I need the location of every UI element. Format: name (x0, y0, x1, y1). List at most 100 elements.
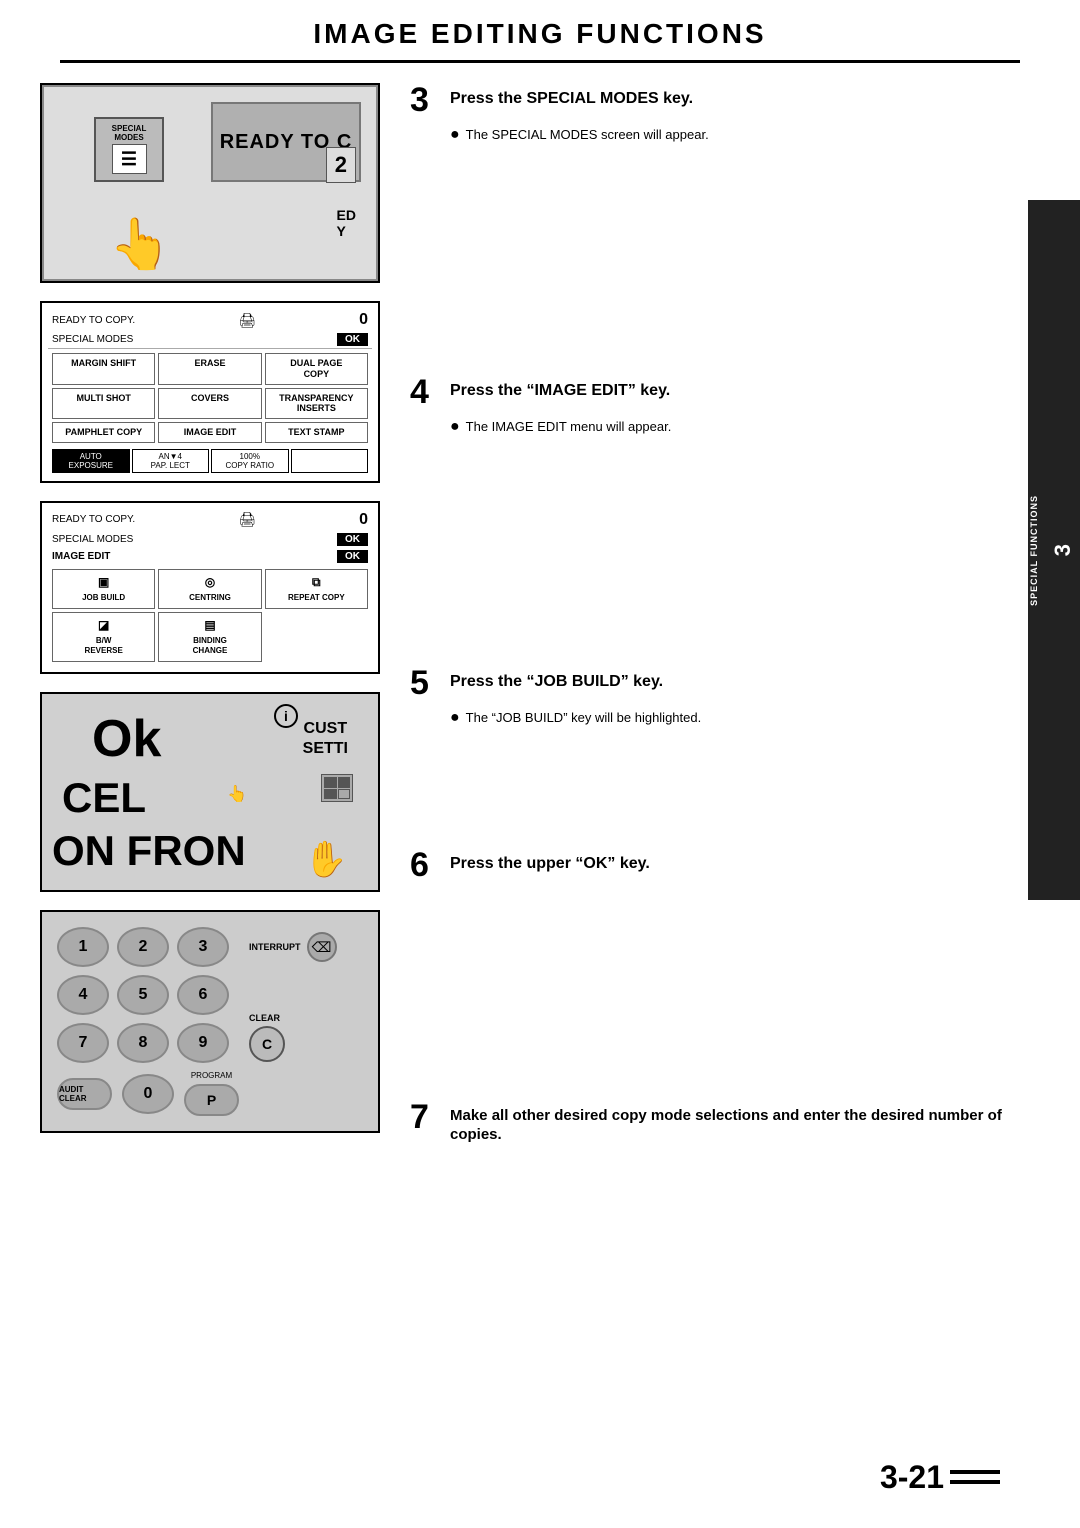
image-edit-grid: ▣ JOB BUILD ◎ CENTRING ⧉ REPEAT COPY ◪ B… (48, 565, 372, 666)
paper-select-btn[interactable]: AN▼4PAP. LECT (132, 449, 210, 473)
clear-label: CLEAR (249, 1013, 280, 1023)
bullet-dot-3: ● (450, 125, 460, 144)
keypad-keys-area: 1 2 3 4 5 6 7 8 9 AUDIT CLEAR (57, 927, 239, 1116)
step-3-section: 3 Press the SPECIAL MODES key. ● The SPE… (410, 83, 1020, 145)
screen-ok-btn3[interactable]: OK (337, 550, 368, 563)
step-5-title: Press the “JOB BUILD” key. (450, 666, 663, 693)
keypad-main: 1 2 3 4 5 6 7 8 9 AUDIT CLEAR (57, 927, 363, 1116)
step-3-bullet-text: The SPECIAL MODES screen will appear. (466, 125, 709, 145)
panel-special-modes: READY TO C SPECIALMODES ☰ 👆 2 EDY (40, 83, 380, 283)
job-build-btn[interactable]: ▣ JOB BUILD (52, 569, 155, 609)
info-icon: i (274, 704, 298, 728)
key-8[interactable]: 8 (117, 1023, 169, 1063)
screen-status-row1: READY TO COPY. 🖨 0 (48, 309, 372, 331)
step-3-bullet: ● The SPECIAL MODES screen will appear. (450, 125, 1020, 145)
step-4-number: 4 (410, 375, 440, 409)
binding-change-btn[interactable]: ▤ BINDINGCHANGE (158, 612, 261, 662)
special-functions-label: SPECIAL FUNCTIONS (1029, 495, 1041, 606)
step-3-number: 3 (410, 83, 440, 117)
text-stamp-btn[interactable]: TEXT STAMP (265, 422, 368, 443)
page-line-1 (950, 1470, 1000, 1474)
step-3-title: Press the SPECIAL MODES key. (450, 83, 693, 110)
audit-clear-btn[interactable]: AUDIT CLEAR (57, 1078, 112, 1110)
auto-exposure-btn[interactable]: AUTOEXPOSURE (52, 449, 130, 473)
interrupt-area: INTERRUPT ⌫ (249, 932, 337, 962)
step-5-number: 5 (410, 666, 440, 700)
step-4-bullet-text: The IMAGE EDIT menu will appear. (466, 417, 672, 437)
keypad-bottom-row: AUDIT CLEAR 0 PROGRAM P (57, 1071, 239, 1116)
key-0[interactable]: 0 (122, 1074, 174, 1114)
centring-btn[interactable]: ◎ CENTRING (158, 569, 261, 609)
content-area: READY TO C SPECIALMODES ☰ 👆 2 EDY READY (0, 63, 1080, 1203)
screen-special-modes: READY TO COPY. 🖨 0 SPECIAL MODES OK MARG… (40, 301, 380, 483)
page-line-2 (950, 1480, 1000, 1484)
key-7[interactable]: 7 (57, 1023, 109, 1063)
special-modes-text: SPECIALMODES (112, 125, 147, 143)
special-modes-button-image: SPECIALMODES ☰ (94, 117, 164, 182)
printer-icon: 🖨 (238, 312, 256, 329)
right-column: 3 Press the SPECIAL MODES key. ● The SPE… (380, 83, 1020, 1183)
bw-reverse-btn[interactable]: ◪ B/WREVERSE (52, 612, 155, 662)
step-3-body: ● The SPECIAL MODES screen will appear. (410, 125, 1020, 145)
page-number: 3-21 (880, 1459, 944, 1496)
clear-area: CLEAR C (249, 1008, 337, 1062)
bullet-dot-5: ● (450, 708, 460, 727)
image-edit-btn[interactable]: IMAGE EDIT (158, 422, 261, 443)
program-btn[interactable]: P (184, 1084, 239, 1116)
screen-ok-btn1[interactable]: OK (337, 333, 368, 346)
image-editing-label: Image editing functions (1010, 488, 1022, 612)
key-3[interactable]: 3 (177, 927, 229, 967)
screen-status-text2: READY TO COPY. (52, 514, 135, 525)
multi-shot-btn[interactable]: MULTI SHOT (52, 388, 155, 420)
binding-icon: ▤ (204, 618, 215, 634)
key-2[interactable]: 2 (117, 927, 169, 967)
printer-icon2: 🖨 (238, 511, 256, 528)
page-header: IMAGE EDITING FUNCTIONS (60, 0, 1020, 63)
screen-ok-btn2[interactable]: OK (337, 533, 368, 546)
step-4-body: ● The IMAGE EDIT menu will appear. (410, 417, 1020, 437)
clear-btn[interactable]: C (249, 1026, 285, 1062)
step-5-bullet: ● The “JOB BUILD” key will be highlighte… (450, 708, 1020, 728)
key-4[interactable]: 4 (57, 975, 109, 1015)
audit-clear-label: AUDIT CLEAR (59, 1085, 110, 1103)
image-edit-label: IMAGE EDIT (52, 551, 110, 562)
interrupt-btn[interactable]: ⌫ (307, 932, 337, 962)
copy-ratio-btn[interactable]: 100%COPY RATIO (211, 449, 289, 473)
special-modes-screen-label: SPECIAL MODES (52, 334, 133, 345)
bw-reverse-label: B/WREVERSE (85, 636, 123, 657)
ed-label: EDY (337, 207, 356, 239)
step-7-number: 7 (410, 1100, 440, 1134)
step-7-title: Make all other desired copy mode selecti… (450, 1100, 1020, 1145)
step-6-section: 6 Press the upper “OK” key. (410, 848, 1020, 890)
step-4-section: 4 Press the “IMAGE EDIT” key. ● The IMAG… (410, 375, 1020, 437)
screen-image-edit-row: IMAGE EDIT OK (48, 548, 372, 565)
key-6[interactable]: 6 (177, 975, 229, 1015)
ok-big-label: Ok (92, 709, 161, 769)
repeat-copy-btn[interactable]: ⧉ REPEAT COPY (265, 569, 368, 609)
key-9[interactable]: 9 (177, 1023, 229, 1063)
screen-status-row2: READY TO COPY. 🖨 0 (48, 509, 372, 531)
ok-panel-content: Ok i CUSTSETTI CEL 👆 ON FRON ✋ (42, 694, 378, 890)
setti-icon (321, 774, 353, 802)
job-build-icon: ▣ (98, 575, 109, 591)
key-1[interactable]: 1 (57, 927, 109, 967)
interrupt-label: INTERRUPT (249, 942, 301, 952)
page-number-area: 3-21 (880, 1456, 1000, 1498)
dual-page-copy-btn[interactable]: DUAL PAGECOPY (265, 353, 368, 385)
transparency-inserts-btn[interactable]: TRANSPARENCYINSERTS (265, 388, 368, 420)
key-5[interactable]: 5 (117, 975, 169, 1015)
on-fron-label: ON FRON (52, 827, 246, 875)
pamphlet-copy-btn[interactable]: PAMPHLET COPY (52, 422, 155, 443)
step-6-number: 6 (410, 848, 440, 882)
panel-keypad: 1 2 3 4 5 6 7 8 9 AUDIT CLEAR (40, 910, 380, 1133)
erase-btn[interactable]: ERASE (158, 353, 261, 385)
screen-special-modes-row: SPECIAL MODES OK (48, 331, 372, 349)
covers-btn[interactable]: COVERS (158, 388, 261, 420)
finger-icon: 👆 (109, 215, 171, 274)
screen-zero-display: 0 (359, 311, 368, 329)
step-3-header: 3 Press the SPECIAL MODES key. (410, 83, 1020, 117)
special-modes-label2: SPECIAL MODES (52, 534, 133, 545)
copy-number-display: 2 (326, 147, 356, 183)
margin-shift-btn[interactable]: MARGIN SHIFT (52, 353, 155, 385)
centring-label: CENTRING (189, 593, 231, 603)
